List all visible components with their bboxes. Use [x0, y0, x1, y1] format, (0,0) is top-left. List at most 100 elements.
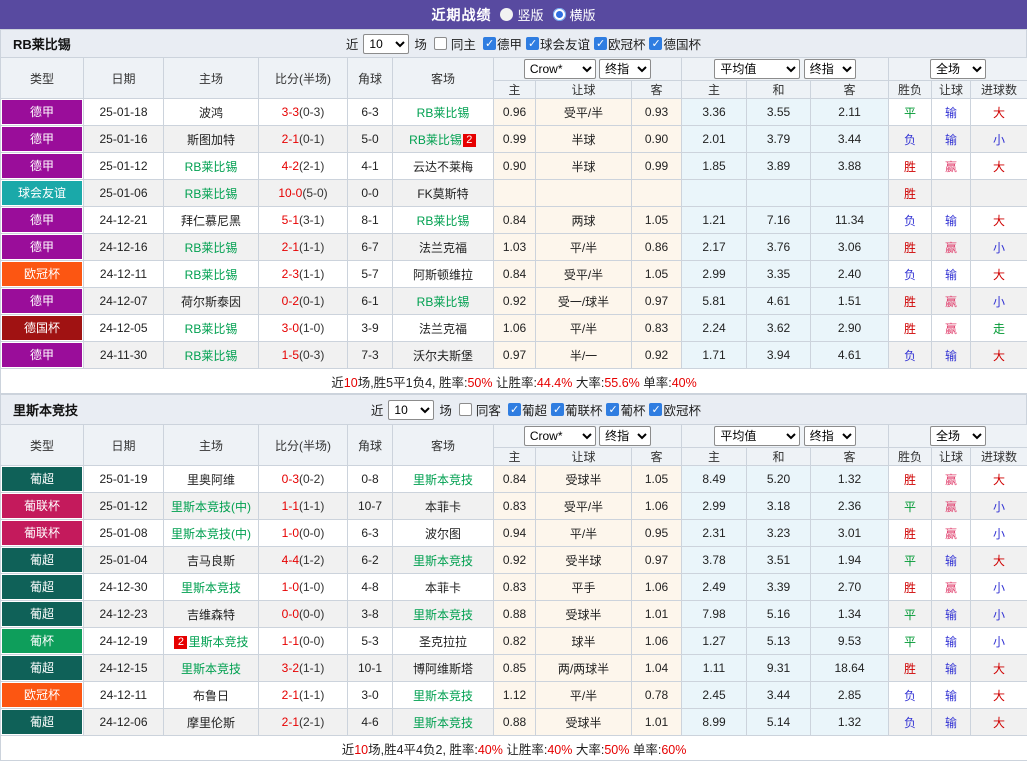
- result-outcome: 胜: [889, 315, 932, 342]
- team-name: 法兰克福: [419, 241, 467, 255]
- team-name: 吉马良斯: [187, 554, 235, 568]
- halftime-score: (1-1): [299, 499, 324, 513]
- match-row: 德甲24-12-21拜仁慕尼黑5-1(3-1)8-1RB莱比锡0.84两球1.0…: [1, 207, 1027, 234]
- avg-draw-odds: 3.35: [747, 261, 811, 288]
- team2-title: 里斯本竞技: [13, 400, 78, 419]
- bookmaker-select[interactable]: Crow*: [524, 59, 596, 79]
- fulltime-select[interactable]: 全场: [930, 59, 986, 79]
- halftime-score: (0-1): [299, 294, 324, 308]
- avg-home-odds: 5.81: [682, 288, 747, 315]
- handicap-line: 平手: [536, 574, 632, 601]
- result-goals: 小: [971, 234, 1027, 261]
- avg-away-odds: 1.32: [811, 466, 889, 493]
- result-goals: 大: [971, 99, 1027, 126]
- away-team-cell: 法兰克福: [393, 315, 494, 342]
- col-away: 客场: [393, 58, 494, 99]
- fulltime-score: 2-1: [282, 715, 299, 729]
- league-label: 德国杯: [663, 34, 701, 53]
- match-row: 葡超24-12-23吉维森特0-0(0-0)3-8里斯本竞技0.88受球半1.0…: [1, 601, 1027, 628]
- col-score: 比分(半场): [259, 425, 348, 466]
- result-handicap: 输: [932, 682, 971, 709]
- match-date: 24-12-11: [84, 682, 164, 709]
- score-cell: 3-0(1-0): [259, 315, 348, 342]
- sub-goals-result: 进球数: [971, 81, 1027, 99]
- fulltime-select[interactable]: 全场: [930, 426, 986, 446]
- corner-count: 4-8: [348, 574, 393, 601]
- score-cell: 0-0(0-0): [259, 601, 348, 628]
- corner-count: 10-7: [348, 493, 393, 520]
- halftime-score: (3-1): [299, 213, 324, 227]
- score-cell: 2-1(2-1): [259, 709, 348, 736]
- bookmaker-select[interactable]: Crow*: [524, 426, 596, 446]
- same-away-checkbox[interactable]: [459, 403, 472, 416]
- home-team-cell: RB莱比锡: [164, 180, 259, 207]
- near-label: 近: [371, 400, 384, 419]
- team-name: 波鸿: [199, 106, 223, 120]
- home-team-cell: 里斯本竞技: [164, 574, 259, 601]
- average-select[interactable]: 平均值: [714, 426, 800, 446]
- radio-vertical-icon[interactable]: [500, 8, 513, 21]
- odds-stage-select[interactable]: 终指: [599, 426, 651, 446]
- avg-draw-odds: 3.23: [747, 520, 811, 547]
- team-name: 拜仁慕尼黑: [181, 214, 241, 228]
- home-odds: 0.92: [494, 547, 536, 574]
- col-date: 日期: [84, 425, 164, 466]
- league-checkbox[interactable]: [594, 37, 607, 50]
- summary-label: 场,胜5平1负4, 胜率:: [358, 376, 468, 390]
- halftime-score: (2-1): [299, 715, 324, 729]
- league-checkbox[interactable]: [649, 37, 662, 50]
- result-goals: 小: [971, 628, 1027, 655]
- match-row: 德甲24-12-07荷尔斯泰因0-2(0-1)6-1RB莱比锡0.92受一/球半…: [1, 288, 1027, 315]
- result-handicap: 输: [932, 342, 971, 369]
- league-checkbox[interactable]: [508, 403, 521, 416]
- avg-away-odds: [811, 180, 889, 207]
- match-date: 24-12-05: [84, 315, 164, 342]
- handicap-line: 受平/半: [536, 493, 632, 520]
- match-row: 德甲25-01-12RB莱比锡4-2(2-1)4-1云达不莱梅0.90半球0.9…: [1, 153, 1027, 180]
- fulltime-score: 1-1: [282, 499, 299, 513]
- match-count-select[interactable]: 10: [363, 34, 409, 54]
- layout-radio-horizontal[interactable]: 横版: [553, 5, 596, 24]
- avg-away-odds: 3.01: [811, 520, 889, 547]
- result-goals: 大: [971, 466, 1027, 493]
- radio-horizontal-icon[interactable]: [553, 8, 566, 21]
- team-name: 圣克拉拉: [419, 635, 467, 649]
- league-checkbox[interactable]: [551, 403, 564, 416]
- team1-summary-text: 近10场,胜5平1负4, 胜率:50% 让胜率:44.4% 大率:55.6% 单…: [1, 369, 1027, 394]
- match-row: 德甲25-01-18波鸿3-3(0-3)6-3RB莱比锡0.96受平/半0.93…: [1, 99, 1027, 126]
- layout-radio-vertical[interactable]: 竖版: [500, 5, 543, 24]
- league-label: 葡超: [522, 400, 547, 419]
- odds-stage-select[interactable]: 终指: [599, 59, 651, 79]
- same-home-checkbox[interactable]: [434, 37, 447, 50]
- avg-source-header: 平均值 终指: [682, 425, 889, 448]
- league-checkbox[interactable]: [526, 37, 539, 50]
- home-odds: 0.83: [494, 493, 536, 520]
- league-checkbox[interactable]: [606, 403, 619, 416]
- summary-value: 40%: [547, 743, 572, 757]
- team1-matches-table: 类型 日期 主场 比分(半场) 角球 客场 Crow* 终指 平均值 终指 全场…: [0, 57, 1027, 394]
- away-team-cell: 本菲卡: [393, 493, 494, 520]
- team-name: 里斯本竞技: [181, 662, 241, 676]
- avg-away-odds: 1.34: [811, 601, 889, 628]
- league-checkbox[interactable]: [649, 403, 662, 416]
- handicap-line: 受平/半: [536, 261, 632, 288]
- summary-label: 让胜率:: [503, 743, 547, 757]
- league-checkbox[interactable]: [483, 37, 496, 50]
- score-cell: 4-2(2-1): [259, 153, 348, 180]
- average-select[interactable]: 平均值: [714, 59, 800, 79]
- competition-badge: 葡联杯: [2, 494, 82, 518]
- match-count-select[interactable]: 10: [388, 400, 434, 420]
- match-date: 24-12-30: [84, 574, 164, 601]
- halftime-score: (0-3): [299, 348, 324, 362]
- halftime-score: (0-0): [299, 634, 324, 648]
- result-handicap: 赢: [932, 288, 971, 315]
- away-team-cell: RB莱比锡2: [393, 126, 494, 153]
- avg-draw-odds: 3.94: [747, 342, 811, 369]
- competition-badge: 葡超: [2, 710, 82, 734]
- avg-stage-select[interactable]: 终指: [804, 59, 856, 79]
- match-type-cell: 德甲: [1, 288, 84, 315]
- avg-stage-select[interactable]: 终指: [804, 426, 856, 446]
- sub-home-odds: 主: [494, 448, 536, 466]
- home-odds: 0.88: [494, 709, 536, 736]
- unit-label: 场: [414, 34, 427, 53]
